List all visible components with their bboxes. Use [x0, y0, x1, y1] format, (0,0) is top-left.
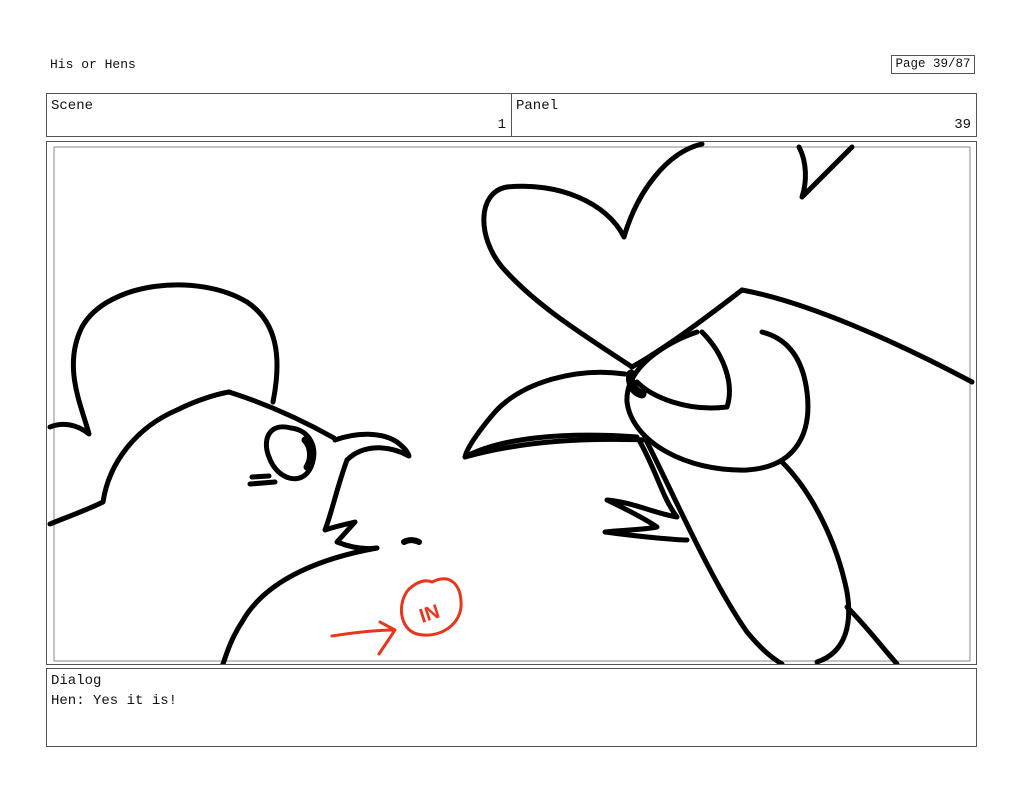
annotation-label: IN: [417, 601, 443, 628]
dialog-box: Dialog Hen: Yes it is!: [46, 668, 977, 747]
storyboard-panel: IN: [46, 141, 977, 665]
scene-cell: Scene 1: [47, 94, 511, 136]
dialog-text: Hen: Yes it is!: [51, 693, 178, 709]
panel-label: Panel: [516, 98, 559, 114]
in-annotation: IN: [330, 577, 463, 656]
rooster-figure: [462, 142, 975, 664]
panel-number: 39: [954, 117, 971, 133]
storyboard-drawing: IN: [47, 142, 975, 664]
annotation-arrow-icon: [330, 620, 397, 656]
page-counter: Page 39/87: [891, 55, 975, 74]
scene-label: Scene: [51, 98, 94, 114]
dialog-label: Dialog: [51, 673, 102, 689]
scene-number: 1: [497, 117, 506, 133]
hen-figure: [47, 282, 422, 664]
panel-cell: Panel 39: [511, 94, 976, 136]
scene-panel-header: Scene 1 Panel 39: [46, 93, 977, 137]
document-title: His or Hens: [50, 57, 136, 72]
